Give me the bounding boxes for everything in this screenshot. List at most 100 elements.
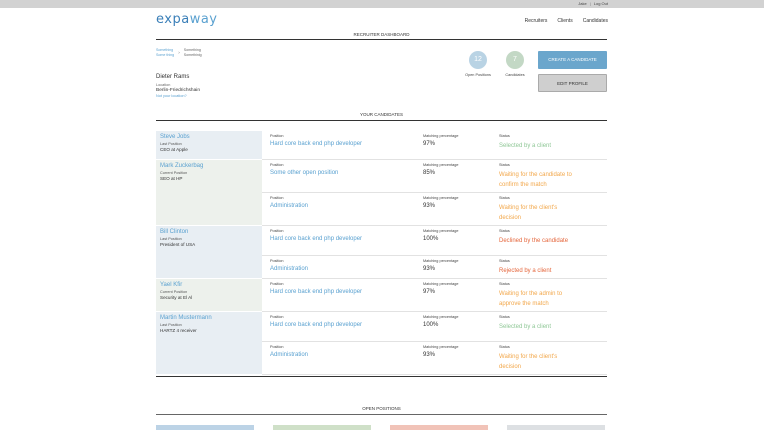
candidate-position-label: Last Position [160, 142, 182, 146]
position-link[interactable]: Administration [270, 203, 423, 209]
candidate-name[interactable]: Yael Kfir [160, 282, 258, 288]
candidate-name[interactable]: Bill Clinton [160, 229, 258, 235]
status-label: Status [499, 134, 510, 138]
matching-cell: Matching percentage 93% [423, 341, 499, 375]
your-candidates-title: YOUR CANDIDATES [360, 112, 403, 117]
matching-label: Matching percentage [423, 258, 459, 263]
open-positions-stat[interactable]: 12 Open Positions [462, 51, 494, 77]
top-bar: Jake | Log Out [0, 0, 764, 8]
recruiter-profile: Dieter Rams Location Berlin-Friedrichsha… [156, 74, 200, 98]
open-position-card[interactable] [156, 425, 254, 430]
candidate-company: CEO at Apple [160, 147, 188, 152]
matching-cell: Matching percentage 97% [423, 131, 499, 160]
matching-label: Matching percentage [423, 228, 459, 233]
position-link[interactable]: Hard core back end php developer [270, 322, 423, 328]
nav-candidates[interactable]: Candidates [583, 18, 608, 24]
user-link[interactable]: Jake [578, 1, 586, 6]
position-link[interactable]: Hard core back end php developer [270, 236, 423, 242]
status-label: Status [499, 314, 510, 319]
open-position-card[interactable] [390, 425, 488, 430]
matching-label: Matching percentage [423, 162, 459, 167]
open-positions-count: 12 [469, 51, 487, 69]
candidate-name[interactable]: Steve Jobs [160, 134, 258, 140]
status-label: Status [499, 344, 510, 349]
change-location-link[interactable]: Not your location? [156, 94, 200, 98]
your-candidates-divider [156, 120, 607, 121]
logo-part-2: way [189, 12, 218, 27]
breadcrumb: Something Some thing › Something Somethi… [156, 48, 202, 58]
position-link[interactable]: Administration [270, 352, 423, 358]
matching-label: Matching percentage [423, 281, 459, 286]
candidate-name[interactable]: Martin Mustermann [160, 315, 258, 321]
status-cell: Status Waiting for the candidate to confi… [499, 159, 607, 193]
location-value: Berlin-Friedrichshain [156, 88, 200, 93]
matching-cell: Matching percentage 97% [423, 278, 499, 312]
table-row[interactable]: Yael Kfir Current Position Security at El … [156, 278, 607, 312]
candidate-position-label: Last Position [160, 322, 182, 327]
table-row[interactable]: Martin Mustermann Last Position HARTZ 4 re… [156, 311, 607, 375]
breadcrumb-prev[interactable]: Something Some thing [156, 48, 174, 58]
open-position-card[interactable] [507, 425, 605, 430]
candidate-name[interactable]: Mark Zuckerbag [160, 163, 258, 169]
matching-value: 97% [423, 288, 436, 295]
matching-value: 100% [423, 321, 439, 328]
matching-value: 93% [423, 202, 436, 209]
status-label: Status [499, 195, 510, 200]
open-positions-label: Open Positions [465, 73, 491, 77]
status-value: Waiting for the candidate to confirm the… [499, 171, 572, 188]
matching-label: Matching percentage [423, 195, 459, 200]
candidate-company: HARTZ 4 receiver [160, 327, 197, 333]
position-link[interactable]: Some other open position [270, 170, 423, 176]
page-title: RECRUITER DASHBOARD [353, 32, 410, 37]
top-bar-separator: | [589, 1, 591, 6]
open-position-card[interactable] [273, 425, 371, 430]
position-cell: Position Administration [262, 255, 423, 279]
position-label: Position [270, 228, 284, 233]
status-label: Status [499, 228, 510, 233]
edit-profile-button[interactable]: EDIT PROFILE [538, 74, 607, 92]
candidate-cell[interactable]: Yael Kfir Current Position Security at El … [156, 278, 262, 312]
position-cell: Position Hard core back end php developer [262, 311, 423, 342]
open-positions-list [156, 425, 607, 430]
page-title-divider [156, 39, 607, 40]
status-value: Selected by a client [499, 323, 552, 330]
candidates-count: 7 [506, 51, 524, 69]
nav-recruiters[interactable]: Recruiters [525, 18, 548, 24]
position-label: Position [270, 195, 284, 200]
location-label: Location [156, 83, 171, 87]
position-link[interactable]: Hard core back end php developer [270, 289, 423, 295]
status-label: Status [499, 281, 510, 286]
table-row[interactable]: Mark Zuckerbag Current Position SEO at HP P… [156, 159, 607, 226]
candidate-position-label: Current Position [160, 170, 188, 175]
position-link[interactable]: Administration [270, 266, 423, 272]
position-cell: Position Administration [262, 341, 423, 375]
table-row[interactable]: Bill Clinton Last Position President of US… [156, 225, 607, 279]
position-label: Position [270, 344, 284, 349]
candidate-position-label: Last Position [160, 236, 182, 241]
candidate-cell[interactable]: Mark Zuckerbag Current Position SEO at HP [156, 159, 262, 226]
expaway-logo[interactable]: expaway [156, 12, 217, 27]
open-positions-divider [156, 414, 607, 415]
position-label: Position [270, 314, 284, 319]
candidate-company: Security at El Al [160, 294, 193, 300]
candidates-stat[interactable]: 7 Candidates [500, 51, 530, 77]
breadcrumb-prev-line-2: Some thing [156, 53, 175, 57]
candidates-table-bottom-rule [156, 376, 607, 377]
matching-value: 93% [423, 351, 436, 358]
matching-label: Matching percentage [423, 314, 459, 319]
matching-cell: Matching percentage 100% [423, 311, 499, 342]
candidate-cell[interactable]: Bill Clinton Last Position President of US… [156, 225, 262, 279]
position-label: Position [270, 134, 284, 138]
matching-cell: Matching percentage 93% [423, 192, 499, 226]
candidate-company: SEO at HP [160, 175, 183, 181]
create-candidate-button[interactable]: CREATE A CANDIDATE [538, 51, 607, 69]
open-positions-title: OPEN POSITIONS [362, 406, 401, 411]
candidate-cell[interactable]: Martin Mustermann Last Position HARTZ 4 re… [156, 311, 262, 375]
logout-link[interactable]: Log Out [594, 1, 608, 6]
candidate-cell[interactable]: Steve Jobs Last Position CEO at Apple [156, 131, 262, 160]
breadcrumb-current-line-2: Somethinig [183, 53, 202, 57]
nav-clients[interactable]: Clients [557, 18, 572, 24]
position-link[interactable]: Hard core back end php developer [270, 141, 423, 147]
table-row[interactable]: Steve Jobs Last Position CEO at Apple Posit… [156, 131, 607, 160]
main-nav: Recruiters Clients Candidates [525, 18, 608, 24]
